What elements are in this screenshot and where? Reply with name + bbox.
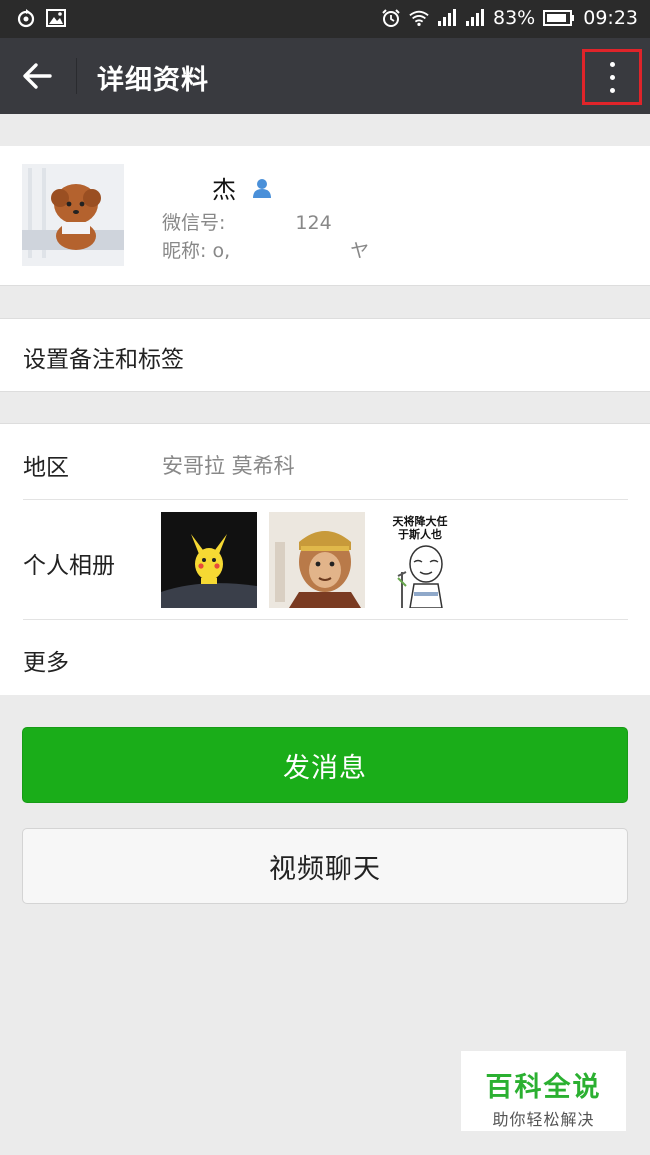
clock: 09:23	[583, 7, 638, 29]
page-title: 详细资料	[97, 65, 209, 96]
nickname: 昵称: o, ヤ	[162, 236, 369, 263]
image-icon	[46, 9, 66, 27]
wechat-id-label: 微信号:	[162, 212, 226, 234]
nav-divider	[76, 58, 77, 94]
avatar[interactable]	[22, 164, 124, 266]
remark-label: 设置备注和标签	[23, 347, 184, 373]
battery-icon	[543, 10, 575, 26]
more-label: 更多	[23, 650, 69, 676]
signal-icon	[438, 9, 456, 26]
person-icon	[253, 178, 271, 198]
sync-icon	[17, 9, 35, 28]
nav-bar: 详细资料	[0, 38, 650, 114]
region-value: 安哥拉 莫希科	[162, 454, 295, 478]
arrow-left-icon	[23, 63, 52, 89]
album-label: 个人相册	[23, 553, 115, 579]
back-button[interactable]	[18, 56, 58, 96]
send-message-button[interactable]: 发消息	[22, 727, 628, 803]
wechat-id: 微信号: 124	[162, 208, 332, 235]
details-section: 地区 安哥拉 莫希科 个人相册 天将降大任 于斯人也 更多	[0, 423, 650, 695]
battery-percent: 83%	[493, 7, 536, 29]
meme-text-line1: 天将降大任	[393, 514, 448, 528]
profile-card: 杰 微信号: 124 昵称: o, ヤ	[0, 146, 650, 286]
album-photo-meme[interactable]: 天将降大任 于斯人也	[376, 512, 472, 608]
alarm-icon	[382, 9, 400, 27]
wifi-icon	[409, 10, 429, 26]
signal-icon	[466, 9, 484, 26]
name-row: 杰	[212, 170, 274, 205]
watermark-title: 百科全说	[485, 1072, 602, 1103]
album-photo-pikachu[interactable]	[161, 512, 257, 608]
watermark-subtitle: 助你轻松解决	[492, 1110, 595, 1129]
wechat-id-value: 124	[295, 212, 332, 234]
meme-text-line2: 于斯人也	[398, 527, 442, 541]
more-menu-button[interactable]	[582, 49, 642, 105]
more-row[interactable]: 更多	[0, 620, 650, 696]
watermark-logo: 百科全说 助你轻松解决	[461, 1051, 626, 1131]
album-photo-monkey-king[interactable]	[269, 512, 365, 608]
region-row: 地区 安哥拉 莫希科	[0, 424, 650, 499]
set-remark-and-tags-row[interactable]: 设置备注和标签	[0, 318, 650, 392]
nickname-value: ヤ	[350, 240, 370, 262]
nickname-label: 昵称: o,	[162, 240, 231, 262]
contact-name: 杰	[212, 176, 236, 204]
region-label: 地区	[23, 455, 69, 481]
video-chat-button[interactable]: 视频聊天	[22, 828, 628, 904]
status-bar: 83% 09:23	[0, 0, 650, 38]
